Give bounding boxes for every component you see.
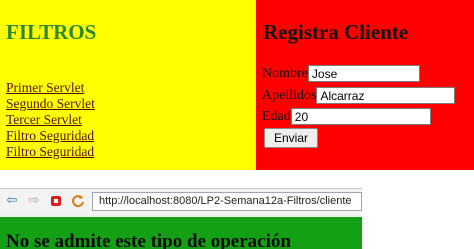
- browser-toolbar: ⇦ ⇨ http://localhost:8080/LP2-Semana12a-…: [0, 189, 362, 215]
- apellidos-input[interactable]: [316, 87, 456, 104]
- browser-page: No se admite este tipo de operación: [0, 217, 362, 249]
- edad-row: Edad: [262, 108, 431, 125]
- apellidos-label: Apellidos: [262, 87, 317, 103]
- edad-label: Edad: [262, 108, 291, 124]
- enviar-button[interactable]: Enviar: [264, 128, 318, 148]
- nombre-row: Nombre: [262, 65, 420, 82]
- nombre-input[interactable]: [307, 65, 420, 82]
- address-bar[interactable]: http://localhost:8080/LP2-Semana12a-Filt…: [92, 192, 362, 211]
- form-title: Registra Cliente: [263, 20, 409, 44]
- link-primer-servlet[interactable]: Primer Servlet: [6, 80, 95, 96]
- edad-input[interactable]: [290, 108, 431, 125]
- link-filtro-seguridad-1[interactable]: Filtro Seguridad: [6, 128, 95, 144]
- nombre-label: Nombre: [262, 65, 308, 81]
- link-filtro-seguridad-2[interactable]: Filtro Seguridad: [6, 144, 95, 160]
- stop-icon[interactable]: [48, 193, 64, 209]
- filtros-frame: FILTROS Primer Servlet Segundo Servlet T…: [0, 0, 256, 170]
- apellidos-row: Apellidos: [262, 87, 456, 104]
- error-message: No se admite este tipo de operación: [6, 231, 291, 249]
- refresh-icon[interactable]: [70, 193, 86, 209]
- filtros-title: FILTROS: [6, 20, 97, 44]
- filtros-link-list: Primer Servlet Segundo Servlet Tercer Se…: [6, 80, 95, 160]
- browser-window: ⇦ ⇨ http://localhost:8080/LP2-Semana12a-…: [0, 188, 362, 249]
- registra-cliente-frame: Registra Cliente Nombre Apellidos Edad E…: [256, 0, 474, 170]
- link-tercer-servlet[interactable]: Tercer Servlet: [6, 112, 95, 128]
- forward-arrow-icon[interactable]: ⇨: [26, 193, 42, 209]
- back-arrow-icon[interactable]: ⇦: [4, 193, 20, 209]
- link-segundo-servlet[interactable]: Segundo Servlet: [6, 96, 95, 112]
